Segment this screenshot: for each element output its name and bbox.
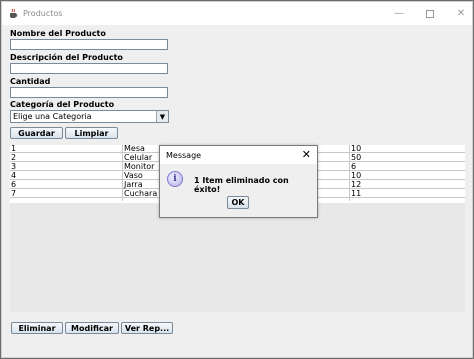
cell-quantity: 50 <box>351 153 362 162</box>
category-select[interactable]: Elige una Categoria ▼ <box>10 110 169 123</box>
cell-id: 2 <box>11 153 17 162</box>
minimize-icon: — <box>394 8 404 19</box>
chevron-down-icon: ▼ <box>159 112 166 121</box>
close-button[interactable]: ✕ <box>446 2 474 25</box>
cell-name: Cuchara <box>124 189 158 198</box>
cell-id: 4 <box>11 171 17 180</box>
message-dialog: Message ✕ i 1 Item eliminado con éxito! … <box>159 145 318 218</box>
cell-quantity: 12 <box>351 180 362 189</box>
category-dropdown-button[interactable]: ▼ <box>156 111 168 122</box>
cell-id: 7 <box>11 189 17 198</box>
description-field[interactable] <box>10 63 168 74</box>
title-bar: Productos — ✕ <box>2 2 472 25</box>
delete-button[interactable]: Eliminar <box>11 322 63 334</box>
name-field[interactable] <box>10 39 168 50</box>
cell-quantity: 6 <box>351 162 357 171</box>
name-label: Nombre del Producto <box>10 29 106 38</box>
description-label: Descripción del Producto <box>10 53 123 62</box>
dialog-title: Message <box>166 151 202 160</box>
cell-quantity: 10 <box>351 144 362 153</box>
dialog-message: 1 Item eliminado con éxito! <box>194 176 289 194</box>
cell-quantity: 10 <box>351 171 362 180</box>
modify-button[interactable]: Modificar <box>65 322 119 334</box>
cell-id: 3 <box>11 162 17 171</box>
maximize-icon <box>426 9 434 18</box>
cell-name: Vaso <box>124 171 143 180</box>
cell-name: Celular <box>124 153 153 162</box>
app-window: Productos — ✕ Nombre del Producto Descri… <box>1 1 473 358</box>
info-icon: i <box>167 171 183 187</box>
cell-name: Monitor <box>124 162 155 171</box>
cell-id: 6 <box>11 180 17 189</box>
quantity-label: Cantidad <box>10 77 51 86</box>
category-selected-value: Elige una Categoria <box>13 112 92 121</box>
save-button[interactable]: Guardar <box>10 127 63 139</box>
dialog-close-icon[interactable]: ✕ <box>302 148 311 161</box>
view-report-button[interactable]: Ver Rep... <box>121 322 173 334</box>
cell-id: 1 <box>11 144 17 153</box>
quantity-field[interactable] <box>10 87 168 98</box>
cell-name: Jarra <box>124 180 143 189</box>
category-label: Categoría del Producto <box>10 100 115 109</box>
table-empty-area <box>10 203 465 312</box>
cell-name: Mesa <box>124 144 145 153</box>
dialog-title-bar: Message ✕ <box>160 146 317 164</box>
clear-button[interactable]: Limpiar <box>65 127 118 139</box>
java-cup-icon <box>10 8 18 18</box>
maximize-button[interactable] <box>415 2 445 25</box>
close-icon: ✕ <box>456 8 466 19</box>
ok-button[interactable]: OK <box>227 196 249 209</box>
cell-quantity: 11 <box>351 189 362 198</box>
window-title: Productos <box>23 9 63 18</box>
minimize-button[interactable]: — <box>384 2 414 25</box>
